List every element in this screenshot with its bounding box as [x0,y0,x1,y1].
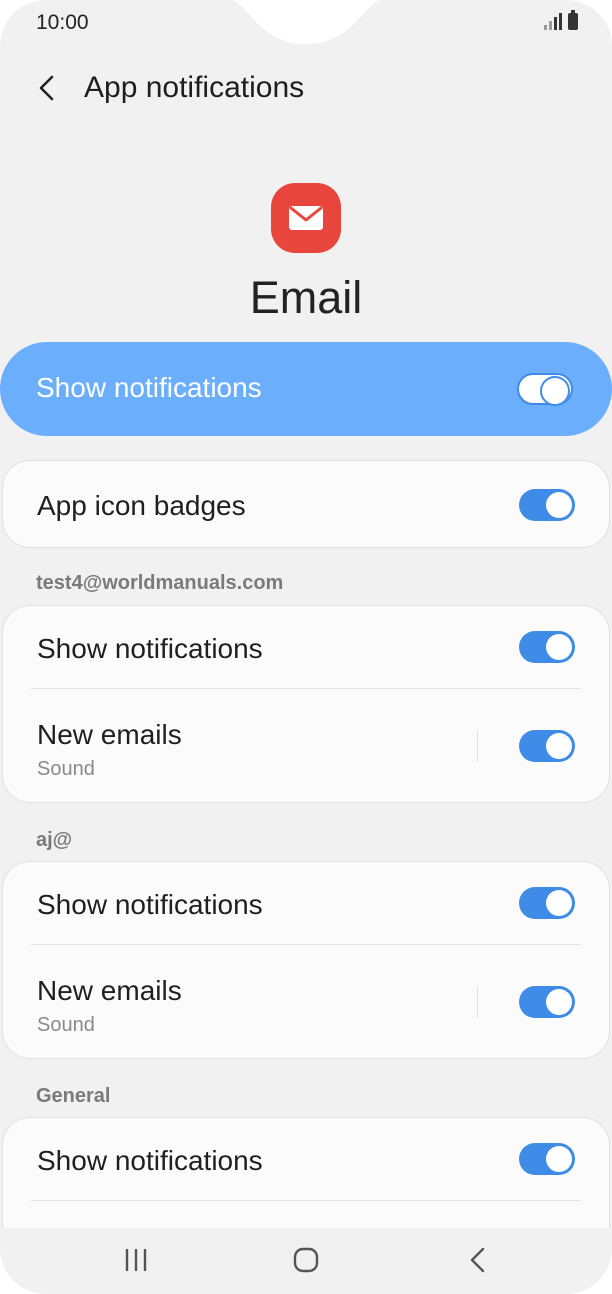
divider [31,944,581,945]
signal-icon [544,12,562,30]
account-show-notifications-toggle[interactable] [519,631,575,663]
general-header: General [36,1085,111,1107]
camera-notch [231,0,381,44]
badges-toggle[interactable] [519,489,575,521]
status-time: 10:00 [36,11,89,34]
account-header: test4@worldmanuals.com [36,572,284,594]
row-label: New emails [37,719,182,750]
divider [31,688,581,689]
account-show-notifications-toggle[interactable] [519,887,575,919]
badges-card: App icon badges [2,460,610,548]
app-bar: App notifications [0,60,612,120]
row-label: Show notifications [37,889,263,920]
recent-apps-icon[interactable] [116,1244,156,1276]
new-emails-toggle[interactable] [519,730,575,762]
account-card: Show notifications New emails Sound [2,861,610,1059]
status-icons [544,10,578,30]
account-header: aj@ [36,829,73,851]
home-icon[interactable] [286,1244,326,1276]
page-title: App notifications [84,71,305,104]
row-label: Show notifications [37,633,263,664]
master-label: Show notifications [36,372,262,403]
row-label: New emails [37,975,182,1006]
row-label: Show notifications [37,1145,263,1176]
row-sublabel: Sound [37,758,95,780]
badges-label: App icon badges [37,490,246,521]
app-name: Email [249,272,363,323]
phone-screen: 10:00 App notifications Email Show notif… [0,0,612,1294]
back-arrow-icon[interactable] [32,72,64,104]
battery-icon [568,10,578,30]
separator [477,730,478,762]
divider [31,1200,581,1201]
navigation-bar [0,1228,612,1294]
row-sublabel: Sound [37,1014,95,1036]
email-app-icon [271,183,341,253]
nav-back-icon[interactable] [458,1244,498,1276]
general-show-notifications-toggle[interactable] [519,1143,575,1175]
master-toggle[interactable] [517,373,573,406]
master-show-notifications-row[interactable]: Show notifications [0,342,612,436]
separator [477,986,478,1018]
new-emails-toggle[interactable] [519,986,575,1018]
account-card: Show notifications New emails Sound [2,605,610,803]
